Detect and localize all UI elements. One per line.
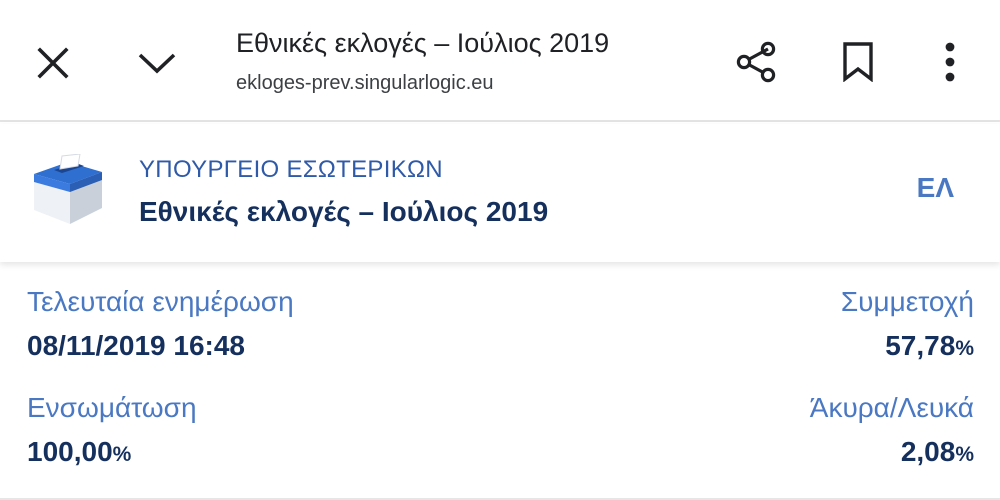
integration-stat: Ενσωμάτωση 100,00% [27, 392, 197, 468]
invalid-blank-stat: Άκυρα/Λευκά 2,08% [810, 392, 974, 468]
invalid-blank-label: Άκυρα/Λευκά [809, 392, 974, 423]
chevron-down-icon [138, 53, 176, 74]
turnout-value: 57,78% [841, 330, 974, 362]
election-title[interactable]: Εθνικές εκλογές – Ιούλιος 2019 [139, 196, 548, 228]
integration-number: 100,00 [27, 436, 113, 467]
share-icon [736, 41, 776, 83]
more-vert-icon [945, 42, 955, 82]
turnout-stat: Συμμετοχή 57,78% [841, 286, 974, 362]
last-update-label: Τελευταία ενημέρωση [27, 286, 294, 317]
turnout-number: 57,78 [885, 330, 956, 361]
close-button[interactable] [21, 31, 85, 95]
more-options-button[interactable] [918, 30, 982, 94]
collapse-button[interactable] [125, 31, 189, 95]
page-title: Εθνικές εκλογές – Ιούλιος 2019 [236, 28, 610, 58]
last-update-stat: Τελευταία ενημέρωση 08/11/2019 16:48 [27, 286, 294, 362]
close-icon [37, 47, 69, 79]
turnout-unit: % [955, 337, 974, 360]
invalid-blank-value: 2,08% [810, 436, 974, 468]
site-header: ΥΠΟΥΡΓΕΙΟ ΕΣΩΤΕΡΙΚΩΝ Εθνικές εκλογές – Ι… [0, 124, 1000, 262]
integration-unit: % [112, 443, 132, 466]
ministry-name: ΥΠΟΥΡΓΕΙΟ ΕΣΩΤΕΡΙΚΩΝ [139, 156, 443, 183]
integration-label: Ενσωμάτωση [27, 392, 197, 423]
bookmark-icon [843, 42, 873, 82]
election-stats: Τελευταία ενημέρωση 08/11/2019 16:48 Συμ… [0, 262, 1000, 500]
ballot-box-icon [34, 154, 102, 224]
last-update-value: 08/11/2019 16:48 [27, 330, 245, 361]
bookmark-button[interactable] [826, 30, 890, 94]
invalid-blank-number: 2,08 [900, 436, 956, 467]
browser-toolbar: Εθνικές εκλογές – Ιούλιος 2019 ekloges-p… [0, 0, 1000, 122]
language-switch[interactable]: ΕΛ [917, 172, 954, 204]
page-url[interactable]: ekloges-prev.singularlogic.eu [236, 72, 494, 95]
invalid-blank-unit: % [955, 443, 974, 466]
share-button[interactable] [724, 30, 788, 94]
turnout-label: Συμμετοχή [840, 286, 974, 317]
integration-value: 100,00% [27, 436, 197, 468]
